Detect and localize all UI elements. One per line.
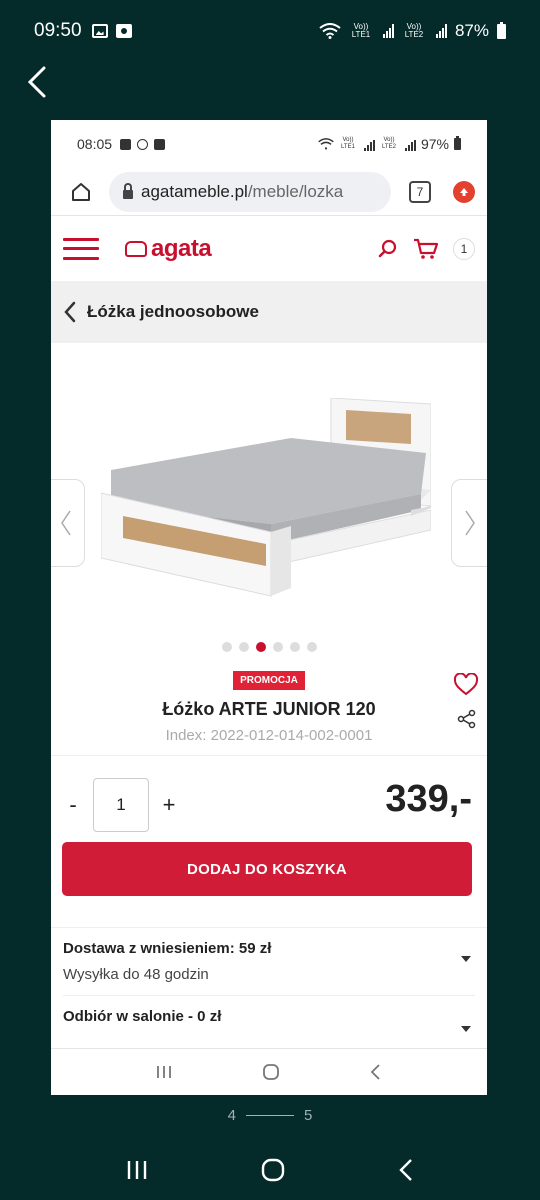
tab-switcher-button[interactable]: 7: [409, 180, 431, 203]
recent-apps-icon[interactable]: [125, 1159, 149, 1181]
pager-current: 4: [227, 1106, 236, 1124]
sim1-label: Vo)) LTE1: [351, 22, 371, 39]
inner-navigation-bar: [51, 1048, 487, 1095]
record-icon: [154, 138, 166, 150]
chevron-right-icon: [465, 510, 475, 536]
recent-apps-icon[interactable]: [155, 1064, 173, 1080]
product-index: Index: 2022-012-014-002-0001: [165, 727, 373, 744]
update-icon[interactable]: [453, 180, 475, 203]
chevron-left-icon: [64, 301, 76, 323]
browser-toolbar: agatameble.pl/meble/lozka 7: [51, 168, 487, 215]
add-to-cart-button[interactable]: DODAJ DO KOSZYKA: [62, 842, 472, 896]
gallery-dot[interactable]: [272, 642, 283, 652]
gallery-dot[interactable]: [306, 642, 317, 652]
inner-battery-level: 97%: [420, 136, 449, 152]
shipping-options: Dostawa z wniesieniem: 59 zł Wysyłka do …: [51, 927, 487, 1040]
status-bar: 09:50 Vo)) LTE1 Vo)) LTE2 87%: [0, 0, 540, 62]
caret-down-icon: [461, 956, 471, 962]
delivery-subtitle: Wysyłka do 48 godzin: [63, 966, 209, 983]
image-pager: 4 5: [0, 1103, 540, 1127]
decrease-quantity-button[interactable]: -: [63, 792, 83, 818]
product-header: PROMOCJA Łóżko ARTE JUNIOR 120 Index: 20…: [51, 659, 487, 755]
gallery-notification-icon: [91, 24, 108, 38]
product-gallery[interactable]: [51, 343, 487, 635]
screen-record-icon: [115, 24, 132, 38]
back-icon[interactable]: [397, 1158, 415, 1182]
menu-icon[interactable]: [63, 237, 99, 260]
pickup-option[interactable]: Odbiór w salonie - 0 zł: [63, 996, 475, 1040]
promo-badge: PROMOCJA: [233, 671, 305, 690]
messenger-icon: [137, 138, 149, 150]
product-price: 339,-: [385, 778, 472, 820]
gallery-dot[interactable]: [255, 642, 266, 652]
site-header: agata 1: [51, 215, 487, 281]
back-button[interactable]: [22, 62, 58, 102]
sofa-icon: [125, 240, 147, 257]
gallery-pagination: [51, 635, 487, 659]
cart-count-badge[interactable]: 1: [453, 237, 475, 260]
quantity-input[interactable]: 1: [93, 778, 149, 832]
breadcrumb[interactable]: Łóżka jednoosobowe: [51, 281, 487, 343]
delivery-option[interactable]: Dostawa z wniesieniem: 59 zł Wysyłka do …: [63, 928, 475, 996]
inner-sim1-label: Vo)) LTE1: [341, 137, 355, 150]
pager-total: 5: [304, 1106, 313, 1124]
screenshot-preview[interactable]: 08:05 Vo)) LTE1 Vo)) LTE2 97% agatameble…: [51, 120, 487, 1095]
breadcrumb-label: Łóżka jednoosobowe: [87, 302, 259, 321]
lock-icon: [123, 182, 133, 199]
signal-bars-icon: [404, 137, 416, 151]
address-bar[interactable]: agatameble.pl/meble/lozka: [109, 171, 391, 212]
message-icon: [120, 138, 132, 150]
cart-icon[interactable]: [413, 237, 439, 261]
signal-bars-icon: [363, 137, 375, 151]
heart-icon[interactable]: [453, 673, 479, 697]
home-icon[interactable]: [260, 1157, 286, 1183]
inner-clock: 08:05: [77, 136, 113, 152]
gallery-dot[interactable]: [238, 642, 249, 652]
inner-status-bar: 08:05 Vo)) LTE1 Vo)) LTE2 97%: [51, 120, 487, 168]
gallery-dot[interactable]: [221, 642, 232, 652]
caret-down-icon: [461, 1026, 471, 1032]
url-host: agatameble.pl: [141, 181, 248, 201]
inner-sim2-label: Vo)) LTE2: [382, 137, 396, 150]
product-title: Łóżko ARTE JUNIOR 120: [162, 699, 376, 719]
signal-bars-icon: [435, 24, 447, 38]
wifi-icon: [319, 23, 341, 39]
wifi-icon: [318, 138, 334, 150]
battery-icon: [497, 21, 506, 39]
gallery-prev-button[interactable]: [51, 479, 85, 567]
delivery-title: Dostawa z wniesieniem: 59 zł: [63, 940, 272, 957]
gallery-dot[interactable]: [289, 642, 300, 652]
pickup-title: Odbiór w salonie - 0 zł: [63, 1008, 222, 1025]
home-icon[interactable]: [63, 174, 99, 210]
back-icon[interactable]: [369, 1063, 383, 1081]
sim2-label: Vo)) LTE2: [404, 22, 424, 39]
search-icon[interactable]: [377, 238, 399, 260]
gallery-next-button[interactable]: [451, 479, 487, 567]
clock: 09:50: [34, 20, 82, 41]
site-logo[interactable]: agata: [125, 234, 212, 263]
battery-level: 87%: [454, 21, 489, 40]
purchase-section: - 1 + 339,- DODAJ DO KOSZYKA: [51, 755, 487, 927]
pager-divider: [246, 1114, 294, 1116]
chevron-left-icon: [27, 66, 46, 98]
url-path: /meble/lozka: [247, 181, 344, 201]
increase-quantity-button[interactable]: +: [159, 792, 179, 818]
home-icon[interactable]: [261, 1062, 281, 1082]
battery-icon: [454, 136, 461, 150]
logo-text: agata: [151, 234, 212, 262]
system-navigation-bar: [0, 1140, 540, 1200]
signal-bars-icon: [382, 24, 394, 38]
chevron-left-icon: [61, 510, 71, 536]
bed-image: [101, 398, 431, 597]
share-icon[interactable]: [457, 709, 477, 729]
quantity-stepper: - 1 +: [63, 778, 179, 832]
url-text: agatameble.pl/meble/lozka: [141, 182, 343, 202]
